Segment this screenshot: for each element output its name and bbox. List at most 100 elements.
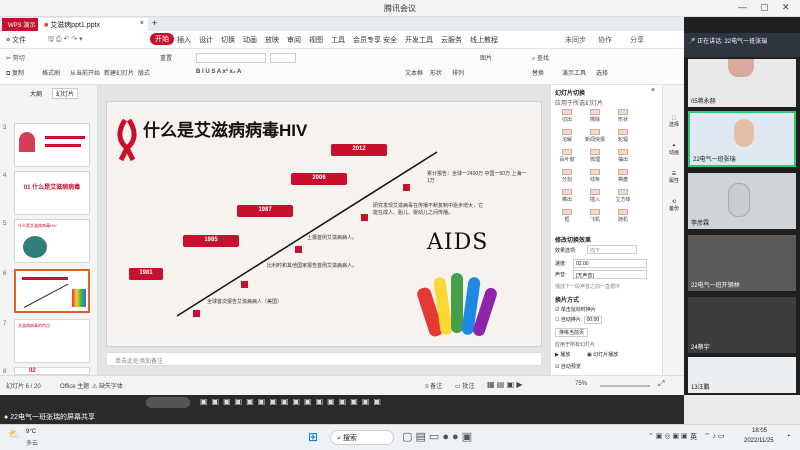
slideshow-button[interactable]: ▣ 幻灯片播放 (587, 351, 618, 358)
apply-all-button[interactable]: 应用于所有幻灯片 (555, 341, 595, 348)
close-tab-icon[interactable]: × (140, 20, 144, 27)
select-button[interactable]: 选择 (596, 68, 608, 77)
select-tool[interactable]: ⬚ 选择 (665, 115, 683, 128)
backup-tool[interactable]: ⟲ 备份 (665, 199, 683, 212)
picture-button[interactable]: 图片 (480, 53, 492, 62)
slide-thumbnail[interactable]: 艾滋病病毒的特点 (14, 319, 90, 363)
play-from-current-button[interactable]: 从当前开始 (70, 68, 100, 77)
menu-slideshow[interactable]: 放映 (265, 35, 279, 45)
menu-file[interactable]: ≡ 文件 (6, 35, 26, 45)
menu-animation[interactable]: 动画 (243, 35, 257, 45)
sound-dropdown[interactable]: [无声音] (573, 270, 647, 279)
new-slide-button[interactable]: 新建幻灯片 (104, 68, 134, 77)
close-icon[interactable]: ✕ (782, 2, 790, 13)
find-button[interactable]: ⌕ 查找 (532, 53, 549, 63)
auto-advance-time[interactable]: 00:00 (583, 316, 603, 324)
animation-tool[interactable]: ✦ 动画 (665, 143, 683, 156)
participant-tile[interactable]: 24蔡宇 (688, 297, 796, 353)
effect-options-dropdown[interactable]: 向下 (587, 245, 637, 254)
menu-design[interactable]: 设计 (199, 35, 213, 45)
speed-input[interactable]: 02.00 (573, 259, 647, 268)
missing-font-button[interactable]: ⚠ 缺失字体 (92, 381, 123, 390)
transition-option[interactable]: 框 (553, 209, 581, 223)
transition-option[interactable]: 线条 (581, 169, 609, 183)
transition-option[interactable]: 抽出 (609, 149, 637, 163)
clock-date[interactable]: 2022/11/25 (744, 438, 774, 444)
menu-tools[interactable]: 工具 (331, 35, 345, 45)
collaborate-button[interactable]: 协作 (598, 35, 612, 45)
slide-thumbnail[interactable]: 什么是艾滋病病毒HIV (14, 219, 90, 263)
shape-button[interactable]: 形状 (430, 68, 442, 77)
transition-option[interactable]: 插入 (581, 189, 609, 203)
transition-option[interactable]: 立方体 (609, 189, 637, 203)
menu-review[interactable]: 审阅 (287, 35, 301, 45)
view-mode-icons[interactable]: ▦ ▤ ▣ ▶ (487, 380, 523, 389)
transition-option[interactable]: 形状 (609, 109, 637, 123)
transition-option[interactable]: 分割 (553, 169, 581, 183)
clock-time[interactable]: 18:05 (752, 428, 767, 434)
font-name-dropdown[interactable] (196, 53, 266, 63)
menu-home[interactable]: 开始 (150, 33, 174, 45)
sync-status[interactable]: 未同步 (565, 35, 586, 45)
transition-option[interactable]: 推出 (553, 189, 581, 203)
maximize-icon[interactable]: ▢ (760, 2, 769, 13)
system-tray-icons[interactable]: ⌃ ▣ ◎ ▣ ▣ (648, 432, 688, 440)
replace-button[interactable]: 替换 (532, 68, 544, 77)
menu-cloud[interactable]: 云服务 (441, 35, 462, 45)
slide-thumbnail-current[interactable] (14, 269, 90, 313)
network-volume-icons[interactable]: ⌔ ♪ ▭ (704, 432, 725, 441)
slide-thumbnail[interactable] (14, 123, 90, 167)
transition-option[interactable]: 切出 (553, 109, 581, 123)
document-tab[interactable]: ■ 艾滋病ppt1.pptx × (38, 18, 148, 31)
play-button[interactable]: ▶ 播放 (555, 351, 570, 358)
input-language[interactable]: 英 (690, 432, 697, 442)
transition-option[interactable]: 棋盘 (609, 169, 637, 183)
cut-button[interactable]: ✂ 剪切 (6, 53, 25, 62)
textbox-button[interactable]: 文本框 (405, 68, 423, 77)
transition-option[interactable]: 飞机 (581, 209, 609, 223)
font-size-dropdown[interactable] (270, 53, 296, 63)
share-button[interactable]: 分享 (630, 35, 644, 45)
menu-view[interactable]: 视图 (309, 35, 323, 45)
click-advance-checkbox[interactable]: ☑ 单击鼠标时换片 (555, 306, 596, 313)
properties-tool[interactable]: ☰ 属性 (665, 171, 683, 184)
format-painter-button[interactable]: 格式刷 (42, 68, 60, 77)
outline-tab[interactable]: 大纲 (30, 89, 42, 98)
arrange-button[interactable]: 排列 (452, 68, 464, 77)
autopreview-checkbox[interactable]: ☑ 自动预览 (555, 363, 581, 370)
notes-field[interactable]: 单击此处添加备注 (106, 352, 542, 366)
transition-option[interactable]: 随机 (609, 209, 637, 223)
participant-tile-active[interactable]: 22电气一班张瑞 (688, 111, 796, 167)
menu-transition[interactable]: 切换 (221, 35, 235, 45)
zoom-level[interactable]: 75% (575, 381, 587, 387)
slide-thumbnail[interactable]: 02 (14, 367, 90, 375)
transition-option[interactable]: 溶解 (553, 129, 581, 143)
layout-button[interactable]: 版式 (138, 68, 150, 77)
taskbar-search[interactable]: ⌕ 搜索 (330, 430, 394, 445)
quick-access-icons[interactable]: 🖫 ⎙ ↶ ↷ ▾ (48, 35, 83, 46)
participant-tile[interactable]: 李彦霖 (688, 173, 796, 229)
copy-button[interactable]: ⧉ 复制 (6, 68, 24, 78)
comments-toggle[interactable]: ▭ 批注 (455, 381, 474, 390)
participant-tile[interactable]: 22电气一班开钢林 (688, 235, 796, 291)
slide-canvas[interactable]: 什么是艾滋病病毒HIV 1981 1985 1987 2006 2012 全球首… (106, 101, 542, 347)
presenter-tools-button[interactable]: 演示工具 (562, 68, 586, 77)
close-pane-icon[interactable]: × (651, 87, 655, 94)
minimize-icon[interactable]: — (738, 2, 747, 12)
participant-tile[interactable]: 13汪鹏 (688, 357, 796, 393)
text-format-buttons[interactable]: B I U S A x² x₂ A (196, 69, 241, 75)
menu-insert[interactable]: 插入 (177, 35, 191, 45)
fit-window-icon[interactable]: ⤢ (658, 379, 664, 389)
reset-button[interactable]: 重置 (160, 53, 172, 62)
transition-option[interactable]: 擦除 (581, 109, 609, 123)
auto-advance-checkbox[interactable]: ☐ 自动换片: 00:00 (555, 316, 603, 324)
rehearse-button[interactable]: 排练当前页 (555, 328, 589, 337)
transition-option[interactable]: 轮辐 (609, 129, 637, 143)
sound-loop-checkbox[interactable]: 播放下一段声音之前一直循环 (555, 283, 620, 290)
slides-tab[interactable]: 幻灯片 (52, 88, 79, 99)
transition-option[interactable]: 新闻快报 (581, 129, 609, 143)
menu-developer[interactable]: 开发工具 (405, 35, 433, 45)
menu-security[interactable]: 安全 (383, 35, 397, 45)
slide-thumbnail[interactable]: 01 什么是艾滋病病毒 (14, 171, 90, 215)
notification-icon[interactable]: ◔ (786, 433, 790, 440)
